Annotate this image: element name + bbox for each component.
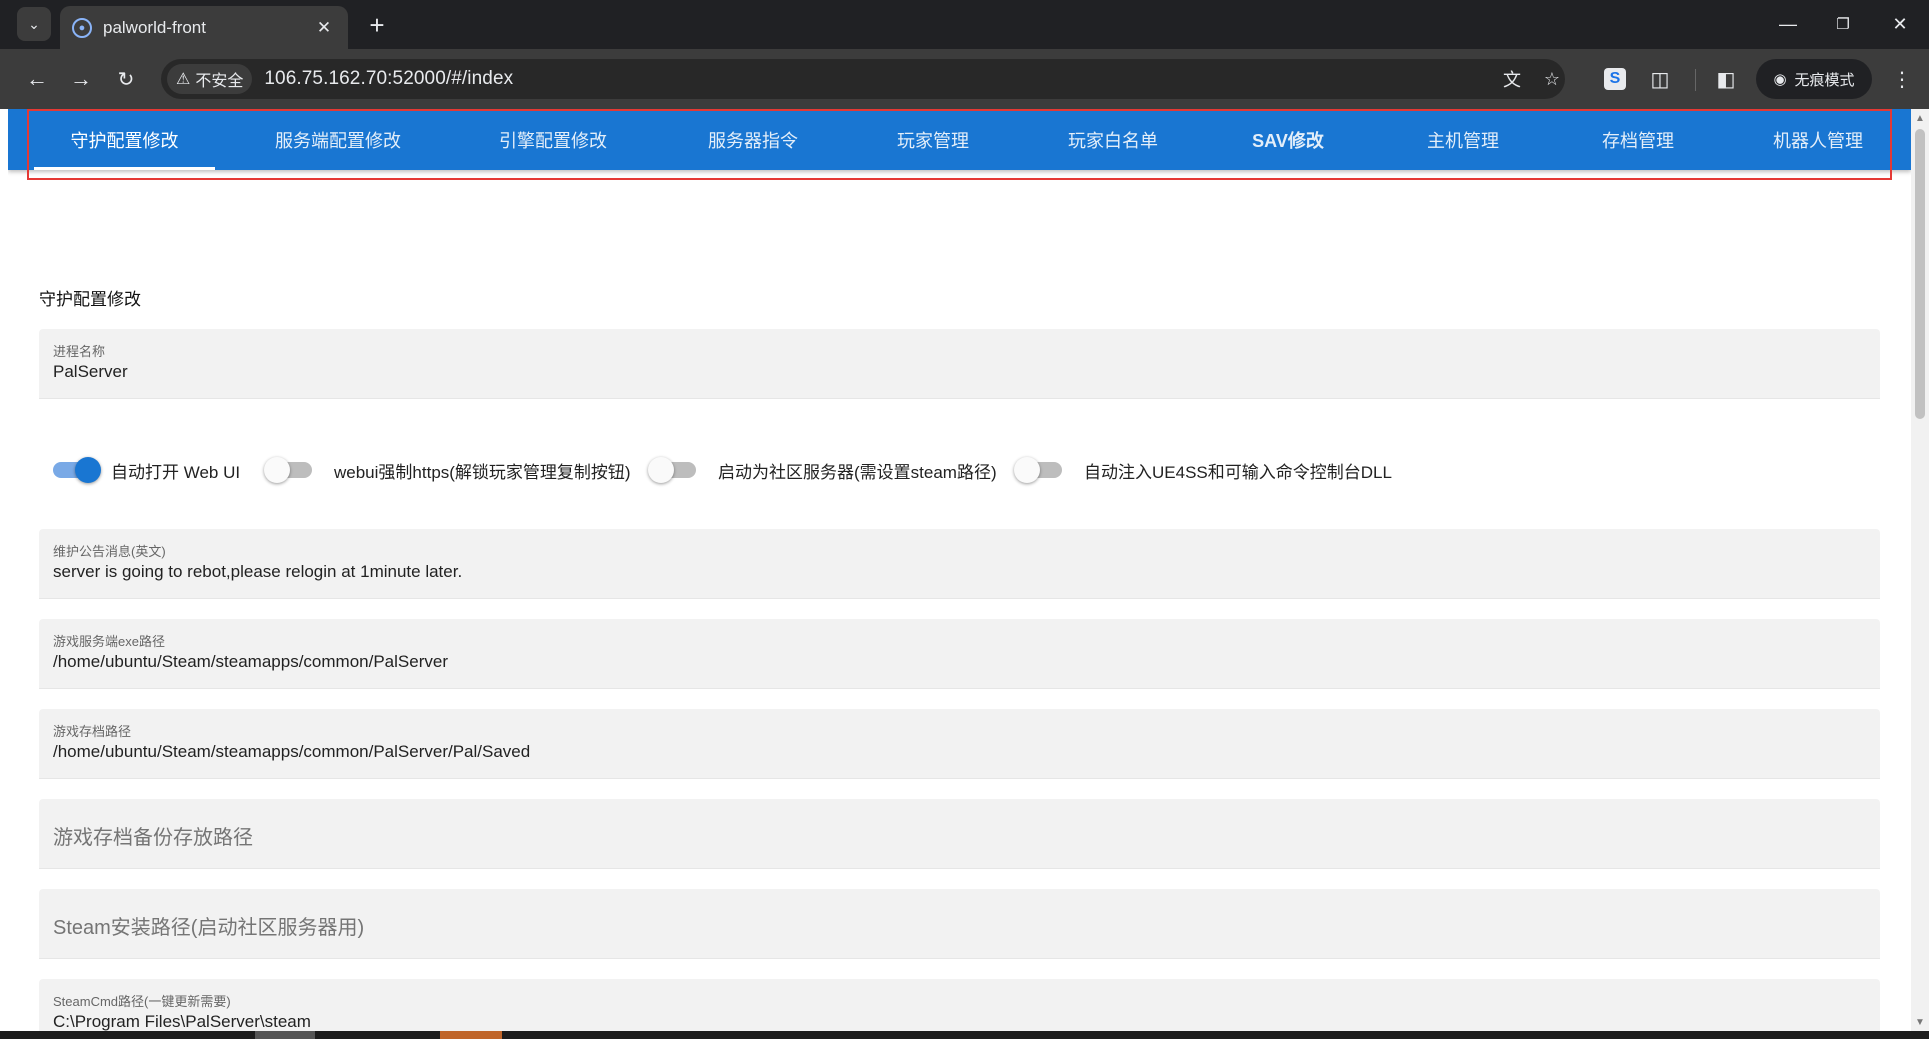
field-value: server is going to rebot,please relogin …	[53, 562, 463, 581]
os-taskbar	[0, 1031, 1929, 1039]
tab-engine-config[interactable]: 引擎配置修改	[453, 109, 653, 170]
browser-toolbar: ← → ↻ ⚠ 不安全 106.75.162.70:52000/#/index …	[0, 49, 1929, 109]
field-placeholder: Steam安装路径(启动社区服务器用)	[53, 917, 365, 939]
extensions-puzzle-icon[interactable]: ◫	[1644, 63, 1676, 95]
taskbar-item[interactable]	[255, 1031, 315, 1039]
address-bar[interactable]: ⚠ 不安全 106.75.162.70:52000/#/index 文 ☆	[161, 59, 1565, 99]
toolbar-divider	[1695, 69, 1696, 91]
field-label: 游戏存档路径	[53, 724, 132, 739]
process-name-field[interactable]: 进程名称 PalServer	[39, 329, 1880, 399]
favicon-icon: ●	[72, 17, 92, 38]
tab-host-management[interactable]: 主机管理	[1383, 109, 1543, 170]
back-arrow-icon[interactable]: ←	[21, 63, 53, 95]
side-panel-icon[interactable]: ◧	[1710, 63, 1742, 95]
url-text: 106.75.162.70:52000/#/index	[264, 68, 514, 89]
tab-title: palworld-front	[103, 17, 206, 37]
switch-thumb	[75, 457, 101, 483]
steamcmd-path-field[interactable]: SteamCmd路径(一键更新需要) C:\Program Files\PalS…	[39, 979, 1880, 1031]
app-nav-bar: 守护配置修改 服务端配置修改 引擎配置修改 服务器指令 玩家管理 玩家白名单 S…	[8, 109, 1911, 170]
force-https-switch[interactable]: webui强制https(解锁玩家管理复制按钮)	[262, 450, 631, 490]
steam-path-field[interactable]: Steam安装路径(启动社区服务器用)	[39, 889, 1880, 959]
browser-tab[interactable]: ● palworld-front ✕	[60, 6, 348, 49]
bookmark-star-icon[interactable]: ☆	[1538, 65, 1566, 93]
new-tab-icon[interactable]: +	[362, 10, 392, 40]
warning-triangle-icon: ⚠	[176, 71, 191, 88]
tab-search-chevron-icon[interactable]: ⌄	[17, 7, 51, 41]
field-label: 维护公告消息(英文)	[53, 544, 166, 559]
translate-icon[interactable]: 文	[1498, 65, 1526, 93]
switch-track	[1014, 457, 1062, 483]
switch-label: 自动打开 Web UI	[111, 462, 241, 482]
scroll-down-arrow-icon[interactable]: ▼	[1911, 1013, 1929, 1031]
switch-track	[264, 457, 312, 483]
section-title: 守护配置修改	[39, 290, 141, 309]
switch-thumb	[264, 457, 290, 483]
tab-player-whitelist[interactable]: 玩家白名单	[1028, 109, 1198, 170]
security-label: 不安全	[195, 73, 244, 90]
tab-guard-config[interactable]: 守护配置修改	[34, 109, 215, 170]
field-value: PalServer	[53, 362, 128, 381]
auto-open-webui-switch[interactable]: 自动打开 Web UI	[39, 450, 240, 490]
incognito-icon: ◉	[1773, 71, 1787, 88]
switch-thumb	[648, 457, 674, 483]
web-page: 守护配置修改 服务端配置修改 引擎配置修改 服务器指令 玩家管理 玩家白名单 S…	[8, 109, 1911, 1031]
switch-label: 自动注入UE4SS和可输入命令控制台DLL	[1084, 462, 1392, 482]
field-value: /home/ubuntu/Steam/steamapps/common/PalS…	[53, 652, 448, 671]
browser-menu-icon[interactable]: ⋮	[1886, 63, 1918, 95]
field-label: 游戏服务端exe路径	[53, 634, 165, 649]
save-path-field[interactable]: 游戏存档路径 /home/ubuntu/Steam/steamapps/comm…	[39, 709, 1880, 779]
page-scrollbar[interactable]: ▲ ▼	[1911, 109, 1929, 1031]
inject-ue4ss-switch[interactable]: 自动注入UE4SS和可输入命令控制台DLL	[1012, 450, 1392, 490]
switch-track	[648, 457, 696, 483]
active-tab-indicator	[34, 167, 215, 170]
backup-path-field[interactable]: 游戏存档备份存放路径	[39, 799, 1880, 869]
close-tab-icon[interactable]: ✕	[312, 16, 336, 40]
scroll-thumb[interactable]	[1915, 129, 1925, 419]
switch-track	[53, 457, 101, 483]
restore-icon[interactable]: ❐	[1823, 8, 1863, 40]
incognito-label: 无痕模式	[1794, 71, 1855, 89]
tab-bot-management[interactable]: 机器人管理	[1733, 109, 1903, 170]
taskbar-item[interactable]	[440, 1031, 502, 1039]
browser-tab-bar: ⌄ ● palworld-front ✕ + — ❐ ✕	[0, 0, 1929, 49]
tab-server-config[interactable]: 服务端配置修改	[238, 109, 438, 170]
scroll-up-arrow-icon[interactable]: ▲	[1911, 109, 1929, 127]
exe-path-field[interactable]: 游戏服务端exe路径 /home/ubuntu/Steam/steamapps/…	[39, 619, 1880, 689]
field-value: C:\Program Files\PalServer\steam	[53, 1012, 311, 1031]
tab-player-management[interactable]: 玩家管理	[858, 109, 1008, 170]
switch-label: webui强制https(解锁玩家管理复制按钮)	[334, 462, 631, 482]
tab-save-management[interactable]: 存档管理	[1558, 109, 1718, 170]
switch-thumb	[1014, 457, 1040, 483]
reload-icon[interactable]: ↻	[110, 63, 142, 95]
field-placeholder: 游戏存档备份存放路径	[53, 827, 253, 849]
maintenance-message-field[interactable]: 维护公告消息(英文) server is going to rebot,plea…	[39, 529, 1880, 599]
tab-sav-edit[interactable]: SAV修改	[1213, 109, 1363, 170]
field-label: 进程名称	[53, 344, 106, 359]
window-close-icon[interactable]: ✕	[1880, 8, 1920, 40]
security-chip[interactable]: ⚠ 不安全	[167, 64, 253, 94]
switch-label: 启动为社区服务器(需设置steam路径)	[718, 462, 997, 482]
tab-server-commands[interactable]: 服务器指令	[668, 109, 838, 170]
extension-s-icon[interactable]: S	[1604, 68, 1626, 90]
field-value: /home/ubuntu/Steam/steamapps/common/PalS…	[53, 742, 531, 761]
forward-arrow-icon[interactable]: →	[65, 63, 97, 95]
field-label: SteamCmd路径(一键更新需要)	[53, 994, 231, 1009]
community-server-switch[interactable]: 启动为社区服务器(需设置steam路径)	[646, 450, 997, 490]
minimize-icon[interactable]: —	[1768, 8, 1808, 40]
switch-row: 自动打开 Web UI webui强制https(解锁玩家管理复制按钮) 启动为…	[39, 450, 1880, 490]
incognito-indicator[interactable]: ◉ 无痕模式	[1756, 59, 1872, 99]
